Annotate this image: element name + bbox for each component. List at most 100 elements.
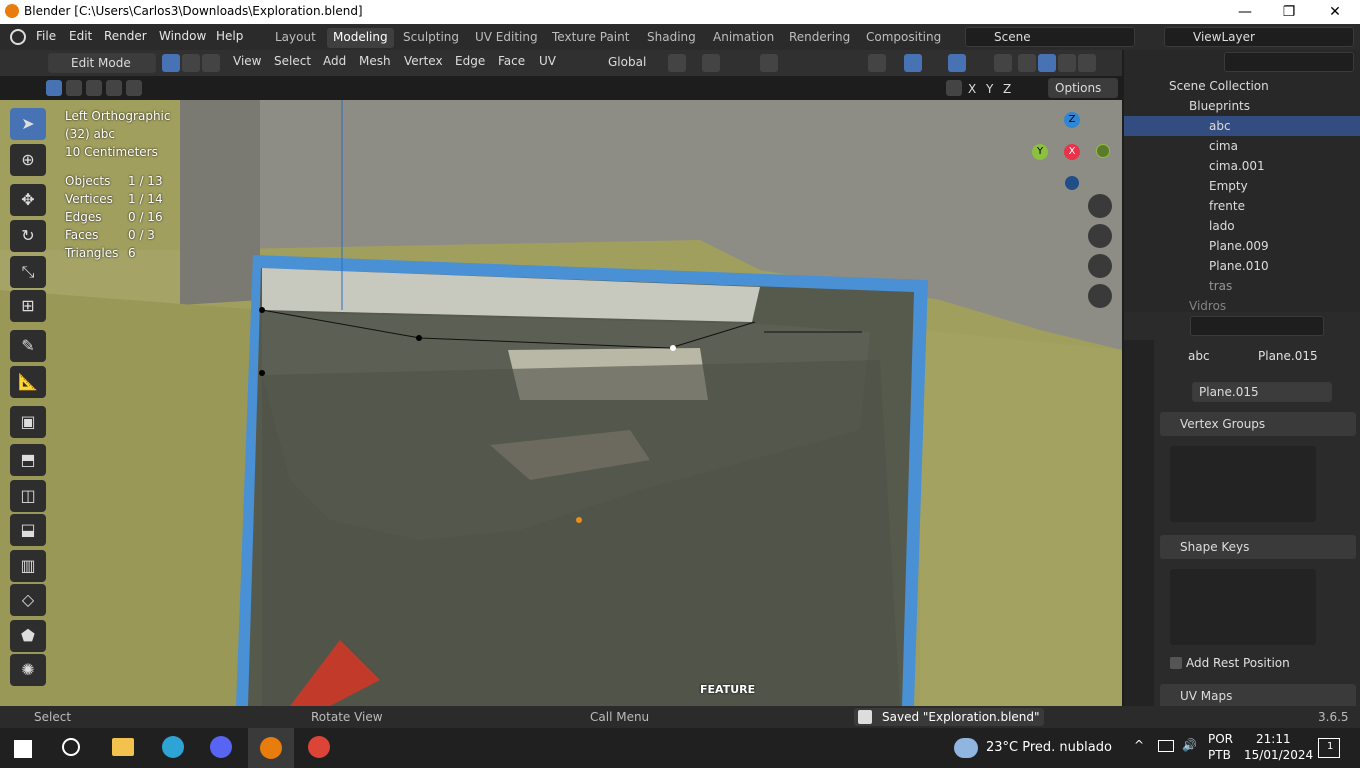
outliner-item-tras[interactable]: tras [1124, 276, 1360, 296]
select-invert-icon[interactable] [106, 80, 122, 96]
mode-selector[interactable]: Edit Mode [48, 53, 156, 73]
tab-layout[interactable]: Layout [269, 28, 322, 48]
gizmo-y-axis[interactable]: Y [1032, 144, 1048, 160]
vertex-groups-list[interactable] [1170, 446, 1316, 522]
wireframe-shading-icon[interactable] [1018, 54, 1036, 72]
mirror-z-button[interactable]: Z [1003, 82, 1011, 100]
chrome-icon[interactable] [308, 736, 330, 758]
outliner-item-empty[interactable]: Empty [1124, 176, 1360, 196]
poly-build-tool[interactable]: ⬟ [10, 620, 46, 652]
language-indicator[interactable]: POR [1208, 732, 1233, 746]
gizmo-z-axis[interactable]: Z [1064, 112, 1080, 128]
extrude-tool[interactable]: ⬒ [10, 444, 46, 476]
inset-tool[interactable]: ◫ [10, 480, 46, 512]
rotate-tool[interactable]: ↻ [10, 220, 46, 252]
menu-mesh[interactable]: Mesh [359, 54, 391, 72]
ortho-grid-icon[interactable] [1088, 284, 1112, 308]
menu-select[interactable]: Select [274, 54, 311, 72]
weather-icon[interactable] [954, 738, 978, 758]
outliner-scene-collection[interactable]: Scene Collection [1124, 76, 1360, 96]
gizmo-x-axis[interactable]: X [1064, 144, 1080, 160]
select-intersect-icon[interactable] [126, 80, 142, 96]
pan-hand-icon[interactable] [1088, 224, 1112, 248]
outliner-item-plane-009[interactable]: Plane.009 [1124, 236, 1360, 256]
notifications-button[interactable]: 1 [1318, 738, 1340, 758]
blender-taskbar-icon[interactable] [248, 728, 294, 768]
outliner-item-vidros[interactable]: Vidros [1124, 296, 1360, 312]
weather-text[interactable]: 23°C Pred. nublado [986, 740, 1112, 755]
menu-render[interactable]: Render [104, 29, 147, 43]
uv-maps-panel-header[interactable]: UV Maps [1160, 684, 1356, 708]
add-rest-position-checkbox[interactable] [1170, 657, 1182, 669]
vertex-groups-panel-header[interactable]: Vertex Groups [1160, 412, 1356, 436]
edge-browser-icon[interactable] [162, 736, 184, 758]
loop-cut-tool[interactable]: ▥ [10, 550, 46, 582]
shape-keys-list[interactable] [1170, 569, 1316, 645]
outliner-collection-blueprints[interactable]: Blueprints [1124, 96, 1360, 116]
tab-shading[interactable]: Shading [641, 28, 702, 48]
shape-keys-panel-header[interactable]: Shape Keys [1160, 535, 1356, 559]
solid-shading-icon[interactable] [1038, 54, 1056, 72]
transform-orientation-selector[interactable]: Global [582, 53, 660, 73]
menu-add[interactable]: Add [323, 54, 346, 72]
tab-rendering[interactable]: Rendering [783, 28, 856, 48]
outliner-item-lado[interactable]: lado [1124, 216, 1360, 236]
spin-tool[interactable]: ✺ [10, 654, 46, 686]
menu-file[interactable]: File [36, 29, 56, 43]
menu-uv[interactable]: UV [539, 54, 556, 72]
bevel-tool[interactable]: ⬓ [10, 514, 46, 546]
tray-chevron-icon[interactable]: ^ [1134, 738, 1144, 752]
proportional-edit-icon[interactable] [760, 54, 778, 72]
select-subtract-icon[interactable] [86, 80, 102, 96]
tab-modeling[interactable]: Modeling [327, 28, 394, 48]
move-tool[interactable]: ✥ [10, 184, 46, 216]
edge-select-icon[interactable] [182, 54, 200, 72]
3d-viewport[interactable]: Left Orthographic (32) abc 10 Centimeter… [0, 100, 1122, 706]
outliner-item-abc[interactable]: abc [1124, 116, 1360, 136]
options-dropdown[interactable]: Options [1048, 78, 1118, 98]
clock-date[interactable]: 15/01/2024 [1244, 748, 1313, 762]
gizmo-neg-y-axis[interactable] [1096, 144, 1110, 158]
camera-view-icon[interactable] [1088, 254, 1112, 278]
outliner-item-frente[interactable]: frente [1124, 196, 1360, 216]
menu-window[interactable]: Window [159, 29, 206, 43]
close-button[interactable]: ✕ [1312, 2, 1358, 22]
navigation-gizmo[interactable]: Z Y X [1030, 110, 1116, 196]
gizmo-neg-z-axis[interactable] [1065, 176, 1079, 190]
face-select-icon[interactable] [202, 54, 220, 72]
add-cube-tool[interactable]: ▣ [10, 406, 46, 438]
tab-compositing[interactable]: Compositing [860, 28, 947, 48]
knife-tool[interactable]: ◇ [10, 584, 46, 616]
discord-icon[interactable] [210, 736, 232, 758]
overlay-toggle-icon[interactable] [948, 54, 966, 72]
material-shading-icon[interactable] [1058, 54, 1076, 72]
select-box-tool[interactable]: ➤ [10, 108, 46, 140]
menu-view[interactable]: View [233, 54, 261, 72]
tab-animation[interactable]: Animation [707, 28, 780, 48]
mirror-x-button[interactable]: X [968, 82, 976, 100]
properties-search[interactable] [1190, 316, 1324, 336]
select-extend-icon[interactable] [66, 80, 82, 96]
outliner-item-plane-010[interactable]: Plane.010 [1124, 256, 1360, 276]
outliner-search[interactable] [1224, 52, 1354, 72]
pivot-icon[interactable] [668, 54, 686, 72]
outliner-item-cima[interactable]: cima [1124, 136, 1360, 156]
search-icon[interactable] [62, 738, 80, 756]
menu-edge[interactable]: Edge [455, 54, 485, 72]
tab-uv-editing[interactable]: UV Editing [469, 28, 544, 48]
blender-menu-icon[interactable] [10, 29, 26, 45]
scale-tool[interactable]: ⤡ [10, 256, 46, 288]
view-layer-selector[interactable]: ViewLayer [1164, 27, 1354, 47]
keyboard-layout-indicator[interactable]: PTB [1208, 748, 1231, 762]
menu-vertex[interactable]: Vertex [404, 54, 443, 72]
tab-texture-paint[interactable]: Texture Paint [546, 28, 635, 48]
menu-face[interactable]: Face [498, 54, 525, 72]
scene-selector[interactable]: Scene [965, 27, 1135, 47]
volume-icon[interactable]: 🔊 [1182, 738, 1197, 752]
network-icon[interactable] [1158, 740, 1174, 752]
menu-edit[interactable]: Edit [69, 29, 92, 43]
snap-icon[interactable] [702, 54, 720, 72]
mesh-data-name-field[interactable]: Plane.015 [1192, 382, 1332, 402]
gizmo-toggle-icon[interactable] [904, 54, 922, 72]
outliner-item-cima-001[interactable]: cima.001 [1124, 156, 1360, 176]
